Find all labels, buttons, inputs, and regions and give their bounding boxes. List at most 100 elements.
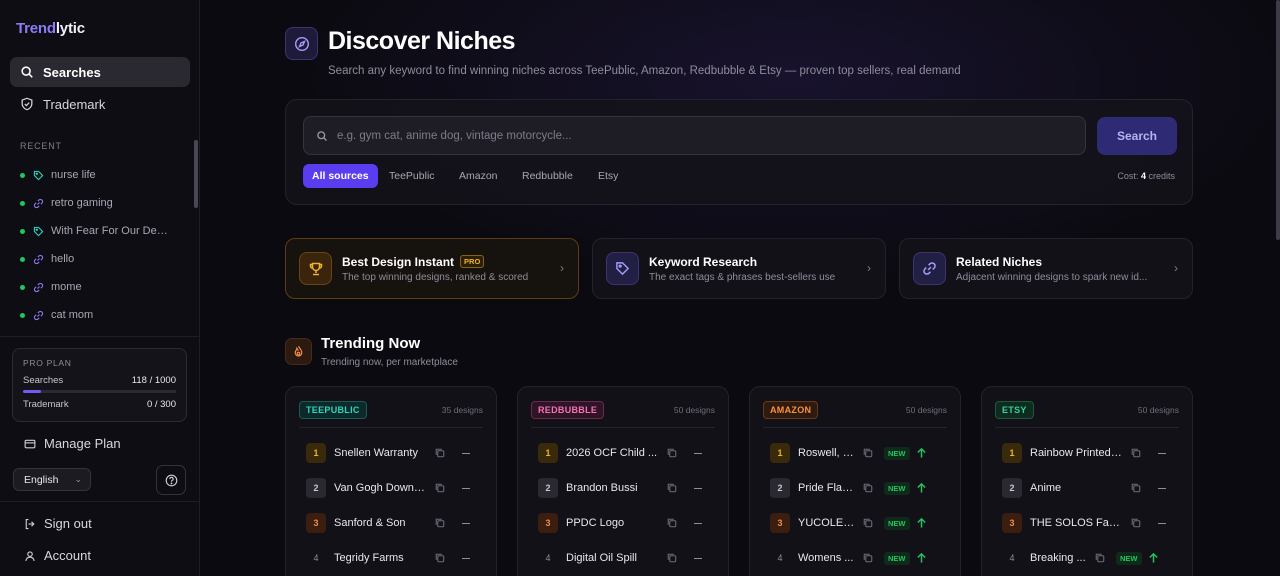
card-divider <box>995 427 1179 428</box>
plan-title: PRO PLAN <box>23 358 72 368</box>
tag-icon <box>33 226 44 236</box>
trending-subtitle: Trending now, per marketplace <box>321 357 458 368</box>
marketplace-badge: REDBUBBLE <box>531 401 605 419</box>
rank-badge: 3 <box>306 513 326 533</box>
design-name: Pride Flag ... <box>798 482 856 494</box>
copy-icon[interactable] <box>1094 552 1106 564</box>
marketplace-card-redbubble: REDBUBBLE 50 designs 1 2026 OCF Child ... 2 B… <box>517 386 729 576</box>
language-select[interactable]: English ⌄ <box>13 468 91 491</box>
search-input[interactable] <box>337 129 1037 142</box>
source-tab-teepublic[interactable]: TeePublic <box>380 164 444 188</box>
copy-icon[interactable] <box>434 552 446 564</box>
shield-icon <box>21 97 33 111</box>
help-button[interactable] <box>156 465 186 495</box>
chevron-right-icon: › <box>1174 261 1178 275</box>
search-field[interactable] <box>303 116 1086 155</box>
feature-keyword-research[interactable]: Keyword Research The exact tags & phrase… <box>592 238 886 299</box>
design-name: Roswell, N... <box>798 447 856 459</box>
nav-trademark-label: Trademark <box>43 96 106 112</box>
pro-badge: PRO <box>460 255 485 268</box>
app-logo[interactable]: Trendlytic <box>16 20 85 37</box>
trending-row[interactable]: 1 Snellen Warranty <box>306 443 486 463</box>
manage-plan-link[interactable]: Manage Plan <box>24 436 121 451</box>
recent-item[interactable]: hello <box>20 250 180 268</box>
recent-item[interactable]: mome <box>20 278 180 296</box>
trending-row[interactable]: 3 THE SOLOS Famil... <box>1002 513 1182 533</box>
card-divider <box>763 427 947 428</box>
trending-row[interactable]: 1 Roswell, N... NEW <box>770 443 950 463</box>
design-count: 35 designs <box>441 405 483 415</box>
nav-trademark[interactable]: Trademark <box>10 89 190 119</box>
trending-row[interactable]: 2 Van Gogh Down ... <box>306 478 486 498</box>
page-scrollbar[interactable] <box>1276 0 1280 240</box>
rank-badge: 1 <box>1002 443 1022 463</box>
sidebar-divider <box>0 501 200 502</box>
copy-icon[interactable] <box>862 447 874 459</box>
link-icon <box>913 252 946 285</box>
trending-row[interactable]: 3 YUCOLEN ... NEW <box>770 513 950 533</box>
plan-card: PRO PLAN Searches 118 / 1000 Trademark 0… <box>12 348 187 422</box>
rank-badge: 4 <box>545 553 551 563</box>
searches-usage-fill <box>23 390 42 393</box>
copy-icon[interactable] <box>1130 517 1142 529</box>
design-name: Sanford & Son <box>334 517 406 529</box>
design-name: 2026 OCF Child ... <box>566 447 658 459</box>
trending-row[interactable]: 3 PPDC Logo <box>538 513 718 533</box>
trending-row[interactable]: 1 Rainbow Printed ... <box>1002 443 1182 463</box>
trending-row[interactable]: 1 2026 OCF Child ... <box>538 443 718 463</box>
search-button[interactable]: Search <box>1097 117 1177 155</box>
copy-icon[interactable] <box>1130 447 1142 459</box>
rank-badge: 4 <box>777 553 783 563</box>
source-tab-redbubble[interactable]: Redbubble <box>513 164 582 188</box>
trend-flat-indicator <box>462 557 470 559</box>
recent-item[interactable]: cat mom <box>20 306 180 324</box>
copy-icon[interactable] <box>1130 482 1142 494</box>
copy-icon[interactable] <box>666 552 678 564</box>
copy-icon[interactable] <box>862 482 874 494</box>
copy-icon[interactable] <box>862 517 874 529</box>
account-button[interactable]: Account <box>24 548 91 563</box>
nav-searches[interactable]: Searches <box>10 57 190 87</box>
source-tab-amazon[interactable]: Amazon <box>450 164 507 188</box>
trending-row[interactable]: 4 Breaking ... NEW <box>1002 548 1182 568</box>
marketplace-card-etsy: ETSY 50 designs 1 Rainbow Printed ... 2 Anime… <box>981 386 1193 576</box>
feature-best-design[interactable]: Best Design Instant PRO The top winning d… <box>285 238 579 299</box>
copy-icon[interactable] <box>862 552 874 564</box>
rank-badge: 3 <box>538 513 558 533</box>
trending-row[interactable]: 4 Digital Oil Spill <box>538 548 718 568</box>
help-icon <box>165 474 177 486</box>
card-divider <box>531 427 715 428</box>
sign-out-button[interactable]: Sign out <box>24 516 92 531</box>
recent-item-label: retro gaming <box>51 197 113 209</box>
feature-desc: The top winning designs, ranked & scored <box>342 271 529 283</box>
copy-icon[interactable] <box>666 447 678 459</box>
trending-row[interactable]: 2 Pride Flag ... NEW <box>770 478 950 498</box>
copy-icon[interactable] <box>434 482 446 494</box>
copy-icon[interactable] <box>666 482 678 494</box>
copy-icon[interactable] <box>434 517 446 529</box>
card-divider <box>299 427 483 428</box>
source-tab-etsy[interactable]: Etsy <box>589 164 627 188</box>
sidebar-scrollbar[interactable] <box>194 140 198 208</box>
design-name: Brandon Bussi <box>566 482 638 494</box>
trending-row[interactable]: 4 Womens ... NEW <box>770 548 950 568</box>
page-subtitle: Search any keyword to find winning niche… <box>328 65 961 77</box>
search-panel: Search All sources TeePublic Amazon Redb… <box>285 99 1193 205</box>
marketplace-card-teepublic: TEEPUBLIC 35 designs 1 Snellen Warranty 2 Van… <box>285 386 497 576</box>
recent-item[interactable]: With Fear For Our Dem… <box>20 222 180 240</box>
cost-unit: credits <box>1148 171 1175 181</box>
new-badge: NEW <box>884 516 910 530</box>
status-dot <box>20 200 25 206</box>
feature-related-niches[interactable]: Related Niches Adjacent winning designs … <box>899 238 1193 299</box>
trend-flat-indicator <box>694 557 702 559</box>
copy-icon[interactable] <box>666 517 678 529</box>
recent-item[interactable]: nurse life <box>20 166 180 184</box>
source-tab-all[interactable]: All sources <box>303 164 378 188</box>
recent-item[interactable]: retro gaming <box>20 194 180 212</box>
trending-row[interactable]: 3 Sanford & Son <box>306 513 486 533</box>
copy-icon[interactable] <box>434 447 446 459</box>
trending-row[interactable]: 2 Brandon Bussi <box>538 478 718 498</box>
trending-row[interactable]: 2 Anime <box>1002 478 1182 498</box>
recent-item-label: hello <box>51 253 75 265</box>
trending-row[interactable]: 4 Tegridy Farms <box>306 548 486 568</box>
